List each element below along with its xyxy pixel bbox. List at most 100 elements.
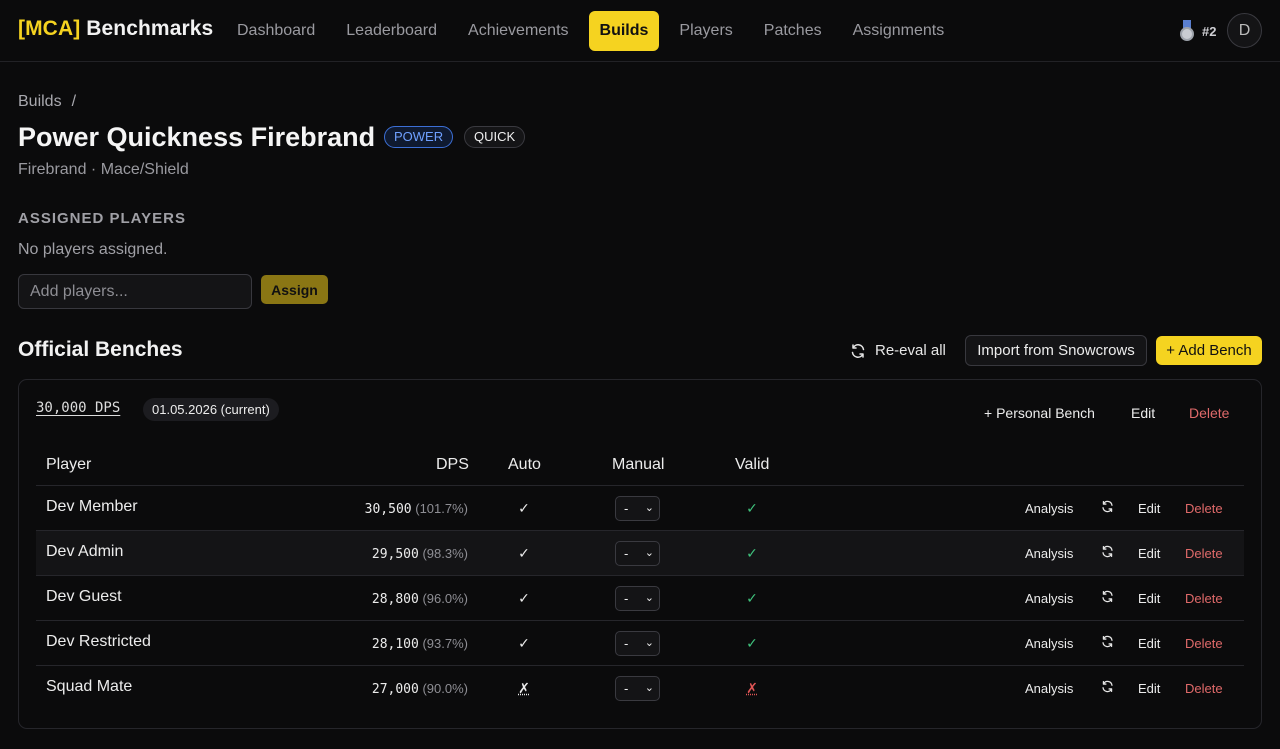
delete-row-button[interactable]: Delete: [1185, 546, 1223, 561]
dps-percent: (101.7%): [415, 501, 468, 516]
refresh-icon[interactable]: [1101, 545, 1114, 558]
no-players-text: No players assigned.: [18, 241, 168, 258]
brand-name: Benchmarks: [86, 17, 214, 40]
top-nav: [MCA] Benchmarks Dashboard Leaderboard A…: [0, 0, 1280, 62]
chevron-down-icon: ⌄: [644, 547, 654, 559]
nav-builds[interactable]: Builds: [588, 11, 660, 51]
bench-date-badge: 01.05.2026 (current): [143, 398, 279, 421]
nav-leaderboard[interactable]: Leaderboard: [335, 11, 448, 51]
dps-percent: (96.0%): [422, 591, 468, 606]
nav-assignments[interactable]: Assignments: [842, 11, 956, 51]
build-subtitle: Firebrand · Mace/Shield: [18, 161, 189, 178]
nav-achievements[interactable]: Achievements: [457, 11, 580, 51]
edit-bench-button[interactable]: Edit: [1131, 405, 1155, 421]
quick-badge: QUICK: [464, 126, 526, 148]
power-badge: POWER: [384, 126, 454, 148]
brand-logo[interactable]: [MCA] Benchmarks: [18, 17, 213, 41]
refresh-icon[interactable]: [1101, 680, 1114, 693]
column-manual[interactable]: Manual: [612, 456, 664, 474]
add-bench-button[interactable]: + Add Bench: [1156, 336, 1262, 365]
auto-check-icon: ✓: [518, 590, 530, 606]
nav-links: Dashboard Leaderboard Achievements Build…: [226, 11, 964, 51]
edit-row-button[interactable]: Edit: [1138, 501, 1160, 516]
analysis-button[interactable]: Analysis: [1025, 636, 1073, 651]
breadcrumb-builds[interactable]: Builds: [18, 93, 62, 110]
valid-cross-icon: ✗: [746, 680, 758, 696]
delete-row-button[interactable]: Delete: [1185, 681, 1223, 696]
valid-check-icon: ✓: [746, 635, 758, 651]
personal-bench-button[interactable]: + Personal Bench: [984, 405, 1095, 421]
player-name: Squad Mate: [46, 678, 133, 695]
edit-row-button[interactable]: Edit: [1138, 681, 1160, 696]
auto-check-icon: ✓: [518, 635, 530, 651]
edit-row-button[interactable]: Edit: [1138, 546, 1160, 561]
bench-dps-target[interactable]: 30,000 DPS: [36, 400, 120, 416]
delete-row-button[interactable]: Delete: [1185, 636, 1223, 651]
avatar[interactable]: D: [1227, 13, 1262, 48]
valid-check-icon: ✓: [746, 500, 758, 516]
dps-value: 27,000: [371, 682, 419, 697]
manual-select[interactable]: - ⌄: [615, 496, 660, 521]
edit-row-button[interactable]: Edit: [1138, 591, 1160, 606]
analysis-button[interactable]: Analysis: [1025, 501, 1073, 516]
chevron-down-icon: ⌄: [644, 502, 654, 514]
chevron-down-icon: ⌄: [644, 637, 654, 649]
manual-select[interactable]: - ⌄: [615, 541, 660, 566]
player-name: Dev Member: [46, 498, 138, 515]
dps-percent: (98.3%): [422, 546, 468, 561]
chevron-down-icon: ⌄: [644, 682, 654, 694]
chevron-down-icon: ⌄: [644, 592, 654, 604]
delete-row-button[interactable]: Delete: [1185, 591, 1223, 606]
column-auto[interactable]: Auto: [508, 456, 541, 474]
refresh-icon[interactable]: [1101, 635, 1114, 648]
dps-percent: (93.7%): [422, 636, 468, 651]
page-title: Power Quickness Firebrand: [18, 122, 376, 152]
auto-cross-icon: ✗: [518, 680, 530, 696]
auto-check-icon: ✓: [518, 545, 530, 561]
analysis-button[interactable]: Analysis: [1025, 591, 1073, 606]
manual-value: -: [624, 501, 629, 516]
column-player[interactable]: Player: [46, 456, 91, 474]
delete-bench-button[interactable]: Delete: [1189, 405, 1229, 421]
edit-row-button[interactable]: Edit: [1138, 636, 1160, 651]
nav-dashboard[interactable]: Dashboard: [226, 11, 326, 51]
table-row: Dev Admin 29,500 (98.3%) ✓ - ⌄ ✓ Analysis…: [36, 531, 1244, 576]
manual-value: -: [624, 546, 629, 561]
column-dps[interactable]: DPS: [436, 456, 469, 474]
player-name: Dev Restricted: [46, 633, 151, 650]
assigned-players-label: ASSIGNED PLAYERS: [18, 210, 186, 227]
dps-value: 30,500: [364, 502, 412, 517]
refresh-icon[interactable]: [1101, 500, 1114, 513]
medal-icon: [1178, 20, 1196, 42]
auto-check-icon: ✓: [518, 500, 530, 516]
delete-row-button[interactable]: Delete: [1185, 501, 1223, 516]
add-players-input[interactable]: [18, 274, 252, 309]
user-rank: #2: [1178, 20, 1216, 42]
column-valid[interactable]: Valid: [735, 456, 769, 474]
player-name: Dev Admin: [46, 543, 124, 560]
manual-select[interactable]: - ⌄: [615, 586, 660, 611]
nav-players[interactable]: Players: [668, 11, 743, 51]
analysis-button[interactable]: Analysis: [1025, 546, 1073, 561]
player-dps: 29,500 (98.3%): [296, 546, 468, 562]
dps-percent: (90.0%): [422, 681, 468, 696]
reeval-all-button[interactable]: Re-eval all: [850, 342, 946, 359]
player-dps: 30,500 (101.7%): [296, 501, 468, 517]
manual-value: -: [624, 636, 629, 651]
import-snowcrows-button[interactable]: Import from Snowcrows: [965, 335, 1147, 366]
table-row: Dev Restricted 28,100 (93.7%) ✓ - ⌄ ✓ Ana…: [36, 621, 1244, 666]
player-dps: 28,100 (93.7%): [296, 636, 468, 652]
reeval-all-label: Re-eval all: [875, 342, 946, 359]
refresh-icon[interactable]: [1101, 590, 1114, 603]
manual-select[interactable]: - ⌄: [615, 676, 660, 701]
table-row: Dev Guest 28,800 (96.0%) ✓ - ⌄ ✓ Analysis…: [36, 576, 1244, 621]
analysis-button[interactable]: Analysis: [1025, 681, 1073, 696]
nav-patches[interactable]: Patches: [753, 11, 833, 51]
player-dps: 28,800 (96.0%): [296, 591, 468, 607]
dps-value: 28,100: [371, 637, 419, 652]
assign-button[interactable]: Assign: [261, 275, 328, 304]
manual-select[interactable]: - ⌄: [615, 631, 660, 656]
brand-tag: [MCA]: [18, 17, 81, 40]
player-name: Dev Guest: [46, 588, 122, 605]
manual-value: -: [624, 591, 629, 606]
